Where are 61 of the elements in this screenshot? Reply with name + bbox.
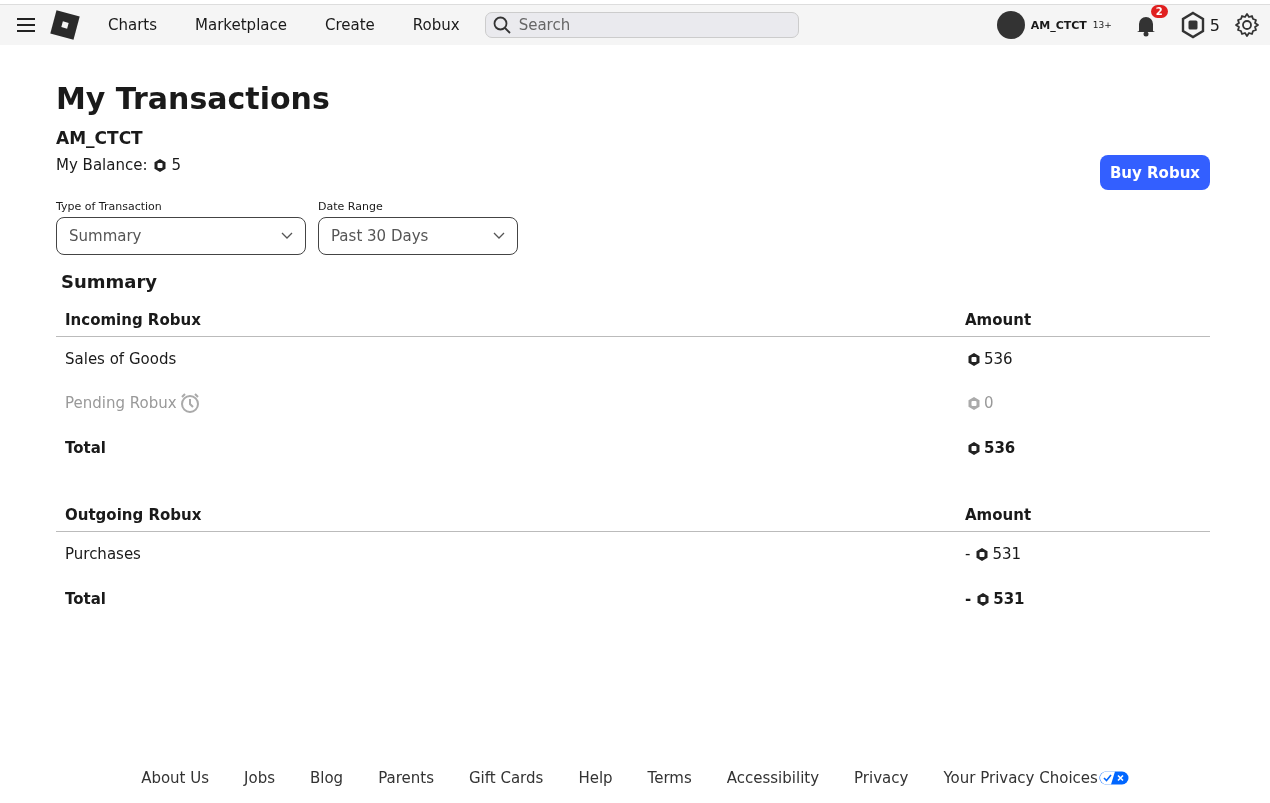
robux-icon	[967, 351, 981, 367]
footer-link[interactable]: Terms	[647, 769, 692, 787]
footer-link[interactable]: Accessibility	[726, 769, 820, 787]
row-label: Sales of Goods	[65, 350, 177, 368]
privacy-toggle-icon	[1098, 771, 1129, 785]
filter-label: Date Range	[318, 200, 384, 213]
clock-icon	[178, 392, 201, 414]
search-icon	[492, 16, 511, 34]
footer-link[interactable]: Help	[578, 769, 613, 787]
chevron-icon	[493, 232, 505, 240]
footer-link[interactable]: Blog	[310, 769, 344, 787]
minus-sign: -	[965, 545, 971, 563]
filter-label: Type of Transaction	[56, 200, 163, 213]
robux-icon	[976, 591, 991, 607]
robux-icon	[153, 157, 168, 173]
settings-icon[interactable]	[1234, 12, 1260, 38]
row-label: Total	[65, 439, 106, 457]
amount: 536	[984, 350, 1013, 368]
account-name: AM_CTCT	[56, 128, 144, 148]
amount: 531	[992, 545, 1022, 563]
footer-link[interactable]: Privacy	[854, 769, 909, 787]
chevron-icon	[281, 232, 293, 240]
column-header: Outgoing Robux	[64, 506, 203, 524]
footer-link[interactable]: Parents	[378, 769, 434, 787]
footer-link[interactable]: About Us	[141, 769, 210, 787]
avatar[interactable]	[996, 11, 1025, 39]
username[interactable]: AM_CTCT	[1030, 18, 1087, 32]
footer-link[interactable]: Your Privacy Choices	[943, 769, 1098, 787]
nav-link[interactable]: Create	[324, 16, 375, 34]
row-label: Purchases	[65, 545, 141, 563]
menu-icon[interactable]	[16, 17, 36, 33]
section-title: Summary	[61, 271, 159, 292]
nav-link[interactable]: Robux	[412, 16, 460, 34]
row-label: Pending Robux	[65, 394, 177, 412]
robux-icon	[967, 440, 981, 456]
notification-badge: 2	[1150, 5, 1168, 18]
amount: 531	[993, 590, 1025, 608]
logo-icon[interactable]	[50, 10, 80, 40]
footer-link[interactable]: Jobs	[244, 769, 275, 787]
balance-label: My Balance:	[56, 156, 148, 174]
column-header: Incoming Robux	[64, 311, 202, 329]
nav-link[interactable]: Charts	[108, 16, 158, 34]
amount: 0	[984, 394, 994, 412]
robux-count[interactable]: 5	[1209, 15, 1220, 35]
balance-amount: 5	[171, 156, 181, 174]
dropdown[interactable]: Summary	[56, 217, 306, 255]
row-label: Total	[65, 590, 106, 608]
age-label: 13+	[1092, 20, 1112, 30]
robux-icon[interactable]	[1179, 11, 1206, 39]
search-field[interactable]: Search	[484, 12, 799, 38]
footer-link[interactable]: Gift Cards	[469, 769, 544, 787]
robux-icon	[975, 546, 990, 562]
amount: 536	[984, 439, 1016, 457]
nav-link[interactable]: Marketplace	[195, 16, 287, 34]
robux-icon	[967, 395, 981, 411]
dropdown[interactable]: Past 30 Days	[318, 217, 518, 255]
column-header: Amount	[965, 311, 1032, 329]
page-title: My Transactions	[56, 81, 331, 116]
buy-robux-button[interactable]: Buy Robux	[1099, 155, 1210, 190]
column-header: Amount	[965, 506, 1032, 524]
minus-sign: -	[965, 590, 972, 608]
